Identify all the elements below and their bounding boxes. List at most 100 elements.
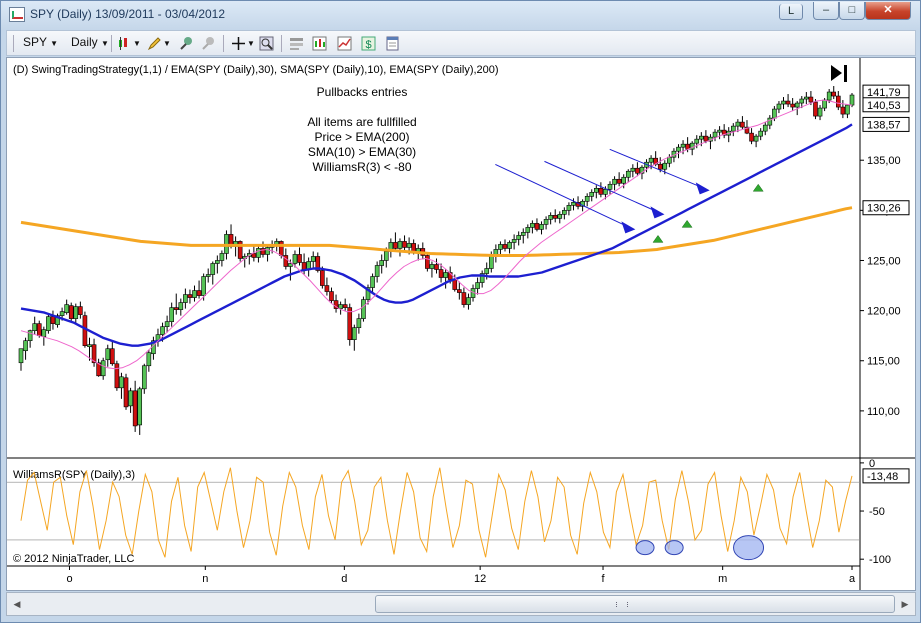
candle-body [635,167,640,174]
period-selector[interactable]: Daily ▼ [71,35,109,49]
candle-body [507,242,512,249]
dollar-icon[interactable]: $ [361,36,376,51]
candle-body [205,274,211,277]
strategy-icon[interactable] [312,36,327,51]
candle-body [799,98,805,104]
candle-body [822,99,827,109]
candle-body [324,285,330,292]
toolbar-separator [281,35,282,52]
candle-body [776,103,782,110]
candle-body [680,143,686,148]
chart-header: (D) SwingTradingStrategy(1,1) / EMA(SPY … [13,64,499,76]
candle-body [173,307,179,310]
candle-body [370,276,375,288]
horizontal-scrollbar[interactable]: ◀ ▶ [6,592,916,616]
price-tick-label: 135,00 [867,155,901,167]
candle-body [183,294,188,303]
candle-body [648,157,654,163]
candle-body [215,260,220,264]
time-tick-label: n [202,573,208,585]
candle-body [699,135,704,140]
indicator-tick-label: -50 [869,506,885,518]
candle-style-icon[interactable] [117,36,132,51]
window-title: SPY (Daily) 13/09/2011 - 03/04/2012 [30,7,226,21]
candle-body [352,327,357,340]
chevron-down-icon: ▼ [101,39,109,48]
svg-text:$: $ [365,39,371,51]
candle-body [598,187,604,195]
chevron-down-icon[interactable]: ▼ [133,39,141,48]
scroll-left-icon[interactable]: ◀ [9,596,25,612]
candle-body [749,132,754,142]
candle-body [785,100,791,105]
close-button[interactable]: ✕ [865,2,911,20]
candle-body [36,323,42,336]
link-button[interactable]: L [779,4,803,20]
minimize-button[interactable]: – [813,2,839,20]
chart-area[interactable]: (D) SwingTradingStrategy(1,1) / EMA(SPY … [6,57,916,591]
properties-icon[interactable] [289,36,304,51]
candle-body [196,290,202,296]
chevron-down-icon: ▼ [50,39,59,48]
ema30-line [20,123,853,347]
candle-body [730,125,736,132]
chart-canvas[interactable]: (D) SwingTradingStrategy(1,1) / EMA(SPY … [7,58,915,590]
data-box-icon[interactable] [385,36,400,51]
entry-arrow-icon [650,206,665,219]
candle-body [511,239,517,243]
maximize-button[interactable]: □ [839,2,865,20]
candle-body [703,135,709,142]
candle-body [543,219,549,225]
crosshair-pin-icon[interactable] [179,36,194,51]
candle-body [338,304,343,309]
scroll-right-icon[interactable]: ▶ [897,596,913,612]
candle-body [840,106,846,115]
chart-window: SPY (Daily) 13/09/2011 - 03/04/2012 L – … [0,0,921,623]
inactive-pin-icon [202,37,214,50]
candle-body [488,255,494,269]
candle-body [762,124,768,132]
candle-body [712,131,718,138]
candle-body [132,390,138,427]
candle-body [616,178,622,184]
chevron-down-icon[interactable]: ▼ [163,39,171,48]
candle-body [612,178,617,185]
candle-body [502,244,508,249]
copyright-text: © 2012 NinjaTrader, LLC [13,553,134,565]
candle-body [694,138,700,144]
signal-circle [733,535,765,561]
candle-body [393,242,398,249]
candle-body [119,376,124,389]
entry-arrow-icon [695,182,710,195]
scrollbar-thumb[interactable] [375,595,895,613]
time-axis: o n d 12 f m a [66,566,856,585]
candle-body [374,265,380,277]
toolbar-grip [13,35,14,52]
candle-body [73,306,79,319]
price-tick-label: 115,00 [867,356,900,368]
candle-body [397,241,403,249]
chart-trader-icon[interactable] [337,36,352,51]
instrument-label: SPY [23,35,47,49]
chevron-down-icon[interactable]: ▼ [247,39,255,48]
candle-body [68,305,74,319]
candle-body [128,390,133,407]
candle-body [178,302,184,310]
candle-body [361,299,366,319]
crosshair-icon[interactable] [231,36,246,51]
price-label: 140,53 [867,100,901,112]
candle-body [735,121,741,127]
zoom-icon[interactable] [259,36,274,51]
toolbar-separator [111,35,112,52]
instrument-selector[interactable]: SPY ▼ [23,35,58,49]
price-axis: 135,00130,00125,00120,00115,00110,00141,… [860,84,910,418]
indicator-tick-label: 0 [869,458,875,470]
candle-body [484,268,490,274]
period-label: Daily [71,35,98,49]
candle-body [552,215,558,219]
candle-body [256,248,261,258]
candle-body [201,276,206,296]
candle-body [406,243,412,248]
pencil-icon[interactable] [147,36,162,51]
title-bar[interactable]: SPY (Daily) 13/09/2011 - 03/04/2012 L – … [1,1,920,29]
